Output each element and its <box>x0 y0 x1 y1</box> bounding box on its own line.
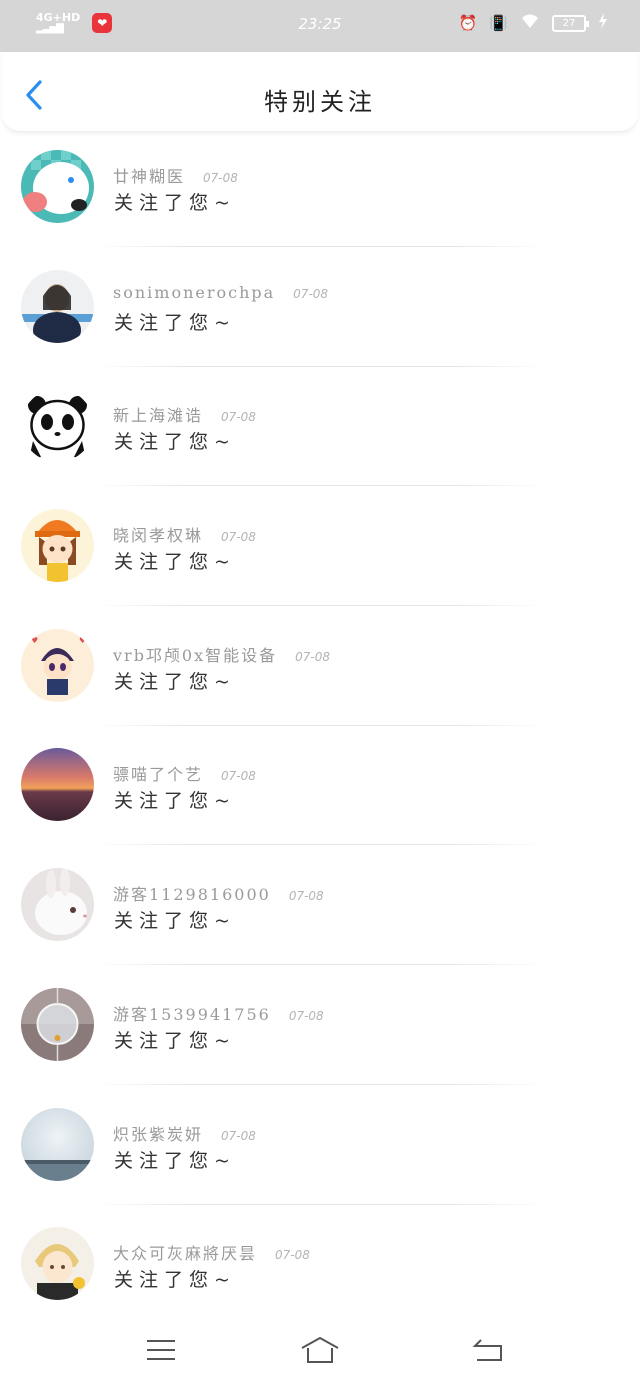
avatar[interactable] <box>21 1107 94 1181</box>
user-name[interactable]: 游客1129816000 <box>113 881 271 905</box>
user-name[interactable]: sonimonerochpa <box>113 283 275 302</box>
follow-date: 07-08 <box>288 889 324 904</box>
charging-icon <box>598 13 608 33</box>
page-title: 特别关注 <box>264 88 376 116</box>
name-line: 炽张紫炭妍 07-08 <box>113 1121 256 1145</box>
name-line: 骠喵了个艺 07-08 <box>113 761 256 785</box>
name-line: 游客1129816000 07-08 <box>113 881 324 905</box>
follow-message: 关注了您~ <box>114 551 236 574</box>
name-line: vrb邛颅0x智能设备 07-08 <box>113 642 330 666</box>
follow-date: 07-08 <box>288 1008 324 1023</box>
battery-level: 27 <box>562 17 576 29</box>
follow-date: 07-08 <box>221 530 256 545</box>
name-line: 廿神糊医 07-08 <box>113 163 238 187</box>
follow-date: 07-08 <box>221 410 256 425</box>
follow-message: 关注了您~ <box>114 790 236 813</box>
avatar[interactable] <box>21 1227 94 1301</box>
list-item[interactable]: 游客1539941756 07-08 关注了您~ <box>0 978 640 1098</box>
user-name[interactable]: 骠喵了个艺 <box>113 761 203 785</box>
follow-date: 07-08 <box>293 286 329 301</box>
menu-icon <box>147 1340 175 1360</box>
user-name[interactable]: 大众可灰麻將厌昙 <box>113 1240 257 1264</box>
avatar[interactable] <box>21 868 94 942</box>
follow-message: 关注了您~ <box>114 670 236 693</box>
status-bar: 4G+HD ▂▃▅▇ ❤ 23:25 ⏰ 📳 27 <box>0 0 640 52</box>
follow-message: 关注了您~ <box>114 431 236 454</box>
status-right: ⏰ 📳 27 <box>459 13 608 33</box>
user-name[interactable]: 新上海滩诰 <box>113 402 203 426</box>
follow-message: 关注了您~ <box>114 910 236 933</box>
name-line: 新上海滩诰 07-08 <box>113 402 256 426</box>
divider <box>95 605 545 607</box>
follow-message: 关注了您~ <box>114 192 236 214</box>
divider <box>95 365 545 367</box>
divider <box>95 724 545 726</box>
follow-date: 07-08 <box>221 769 256 784</box>
divider <box>95 1083 545 1085</box>
alarm-icon: ⏰ <box>458 14 478 32</box>
user-name[interactable]: 炽张紫炭妍 <box>113 1121 203 1145</box>
divider <box>95 485 545 487</box>
list-item[interactable]: 廿神糊医 07-08 关注了您~ <box>0 140 640 260</box>
svg-text:♥: ♥ <box>31 636 38 645</box>
list-item[interactable]: 游客1129816000 07-08 关注了您~ <box>0 858 640 978</box>
divider <box>95 964 545 966</box>
list-item[interactable]: ♥ ♥ vrb邛颅0x智能设备 07-08 关注了您~ <box>0 619 640 739</box>
avatar[interactable] <box>21 269 94 343</box>
list-item[interactable]: 骠喵了个艺 07-08 关注了您~ <box>0 738 640 858</box>
avatar[interactable]: ♥ ♥ <box>21 628 94 702</box>
avatar[interactable] <box>21 987 94 1061</box>
user-name[interactable]: 游客1539941756 <box>113 1001 271 1025</box>
avatar[interactable] <box>21 389 94 463</box>
list-item[interactable]: 炽张紫炭妍 07-08 关注了您~ <box>0 1098 640 1218</box>
battery-icon: 27 <box>552 14 589 32</box>
return-button[interactable] <box>469 1334 509 1366</box>
name-line: 晓闵孝权琳 07-08 <box>113 522 256 546</box>
avatar[interactable] <box>21 150 94 223</box>
follow-message: 关注了您~ <box>114 1269 236 1292</box>
avatar[interactable] <box>21 748 94 822</box>
return-icon <box>472 1339 502 1361</box>
follow-date: 07-08 <box>221 1128 256 1143</box>
name-line: 游客1539941756 07-08 <box>113 1001 324 1025</box>
divider <box>95 844 545 846</box>
name-line: 大众可灰麻將厌昙 07-08 <box>113 1240 310 1264</box>
name-line: sonimonerochpa 07-08 <box>113 283 328 302</box>
list-item[interactable]: sonimonerochpa 07-08 关注了您~ <box>0 260 640 380</box>
avatar[interactable] <box>21 509 94 583</box>
divider <box>95 1203 545 1205</box>
follow-date: 07-08 <box>275 1248 310 1263</box>
home-button[interactable] <box>300 1334 340 1366</box>
list-item[interactable]: 新上海滩诰 07-08 关注了您~ <box>0 379 640 499</box>
divider <box>95 246 545 247</box>
title-bar: 特别关注 <box>2 52 638 132</box>
user-name[interactable]: vrb邛颅0x智能设备 <box>113 642 277 666</box>
list-item[interactable]: 晓闵孝权琳 07-08 关注了您~ <box>0 499 640 619</box>
wifi-icon <box>520 13 540 33</box>
user-name[interactable]: 廿神糊医 <box>113 163 185 187</box>
follow-date: 07-08 <box>295 649 331 664</box>
follow-message: 关注了您~ <box>114 311 236 334</box>
navigation-bar <box>0 1316 640 1387</box>
svg-text:♥: ♥ <box>79 636 86 645</box>
follower-list: 廿神糊医 07-08 关注了您~ sonimonerochpa 07-08 关注… <box>0 140 640 1337</box>
home-icon <box>301 1337 339 1363</box>
user-name[interactable]: 晓闵孝权琳 <box>113 522 203 546</box>
follow-date: 07-08 <box>203 171 238 185</box>
follow-message: 关注了您~ <box>114 1029 236 1052</box>
follow-message: 关注了您~ <box>114 1149 236 1172</box>
menu-button[interactable] <box>141 1334 181 1366</box>
vibrate-icon: 📳 <box>489 14 508 32</box>
